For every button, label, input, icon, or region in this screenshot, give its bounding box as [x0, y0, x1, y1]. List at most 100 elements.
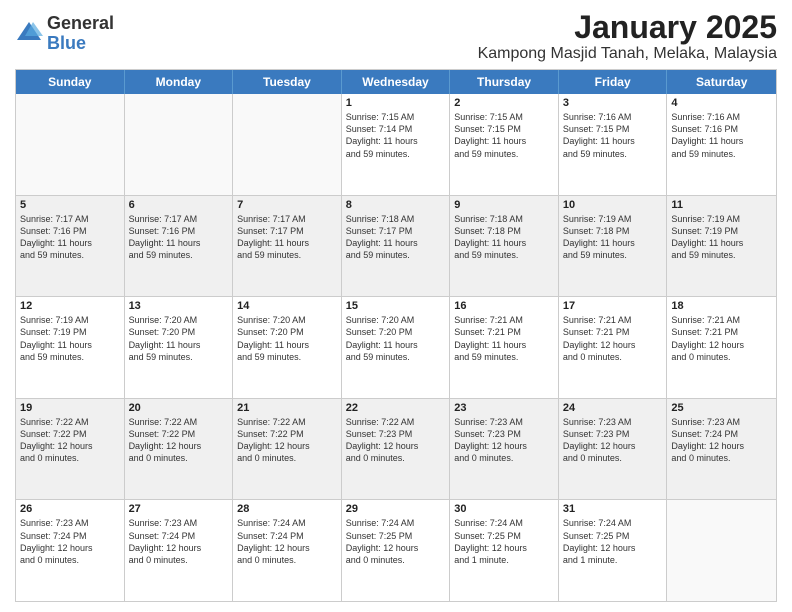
calendar-cell: 24 Sunrise: 7:23 AM Sunset: 7:23 PM Dayli…: [559, 399, 668, 500]
calendar-cell: 11Sunrise: 7:19 AM Sunset: 7:19 PM Dayli…: [667, 196, 776, 297]
calendar-cell: 27 Sunrise: 7:23 AM Sunset: 7:24 PM Dayli…: [125, 500, 234, 601]
day-info: Sunrise: 7:17 AM Sunset: 7:17 PM Dayligh…: [237, 213, 337, 262]
day-info: Sunrise: 7:24 AM Sunset: 7:25 PM Dayligh…: [454, 517, 554, 566]
day-info: Sunrise: 7:18 AM Sunset: 7:18 PM Dayligh…: [454, 213, 554, 262]
day-number: 3: [563, 97, 663, 109]
day-number: 8: [346, 199, 446, 211]
day-info: Sunrise: 7:24 AM Sunset: 7:25 PM Dayligh…: [346, 517, 446, 566]
calendar-cell: 21Sunrise: 7:22 AM Sunset: 7:22 PM Dayli…: [233, 399, 342, 500]
main-title: January 2025: [478, 10, 777, 45]
day-info: Sunrise: 7:23 AM Sunset: 7:24 PM Dayligh…: [671, 416, 772, 465]
calendar-cell: 15Sunrise: 7:20 AM Sunset: 7:20 PM Dayli…: [342, 297, 451, 398]
day-number: 29: [346, 503, 446, 515]
calendar-cell: 14 Sunrise: 7:20 AM Sunset: 7:20 PM Dayli…: [233, 297, 342, 398]
day-number: 11: [671, 199, 772, 211]
calendar-row: 19 Sunrise: 7:22 AM Sunset: 7:22 PM Dayli…: [16, 398, 776, 500]
day-number: 4: [671, 97, 772, 109]
logo-text: General Blue: [47, 14, 114, 54]
day-info: Sunrise: 7:19 AM Sunset: 7:19 PM Dayligh…: [20, 314, 120, 363]
day-info: Sunrise: 7:23 AM Sunset: 7:24 PM Dayligh…: [20, 517, 120, 566]
calendar-header-day: Monday: [125, 70, 234, 94]
day-info: Sunrise: 7:17 AM Sunset: 7:16 PM Dayligh…: [129, 213, 229, 262]
day-info: Sunrise: 7:21 AM Sunset: 7:21 PM Dayligh…: [671, 314, 772, 363]
calendar-cell-empty: [125, 94, 234, 195]
day-info: Sunrise: 7:23 AM Sunset: 7:24 PM Dayligh…: [129, 517, 229, 566]
day-info: Sunrise: 7:18 AM Sunset: 7:17 PM Dayligh…: [346, 213, 446, 262]
day-number: 24: [563, 402, 663, 414]
title-block: January 2025 Kampong Masjid Tanah, Melak…: [478, 10, 777, 63]
calendar-cell-empty: [667, 500, 776, 601]
day-info: Sunrise: 7:21 AM Sunset: 7:21 PM Dayligh…: [454, 314, 554, 363]
day-number: 16: [454, 300, 554, 312]
calendar-header-day: Tuesday: [233, 70, 342, 94]
logo-icon: [15, 18, 43, 46]
page: General Blue January 2025 Kampong Masjid…: [0, 0, 792, 612]
logo: General Blue: [15, 14, 114, 54]
calendar-row: 5 Sunrise: 7:17 AM Sunset: 7:16 PM Daylig…: [16, 195, 776, 297]
calendar-cell: 3 Sunrise: 7:16 AM Sunset: 7:15 PM Daylig…: [559, 94, 668, 195]
day-number: 6: [129, 199, 229, 211]
day-number: 5: [20, 199, 120, 211]
day-info: Sunrise: 7:15 AM Sunset: 7:14 PM Dayligh…: [346, 111, 446, 160]
calendar-cell: 23Sunrise: 7:23 AM Sunset: 7:23 PM Dayli…: [450, 399, 559, 500]
calendar-cell: 13Sunrise: 7:20 AM Sunset: 7:20 PM Dayli…: [125, 297, 234, 398]
day-number: 10: [563, 199, 663, 211]
day-info: Sunrise: 7:22 AM Sunset: 7:22 PM Dayligh…: [237, 416, 337, 465]
day-info: Sunrise: 7:17 AM Sunset: 7:16 PM Dayligh…: [20, 213, 120, 262]
calendar-cell: 6 Sunrise: 7:17 AM Sunset: 7:16 PM Daylig…: [125, 196, 234, 297]
day-info: Sunrise: 7:20 AM Sunset: 7:20 PM Dayligh…: [237, 314, 337, 363]
day-info: Sunrise: 7:15 AM Sunset: 7:15 PM Dayligh…: [454, 111, 554, 160]
day-info: Sunrise: 7:21 AM Sunset: 7:21 PM Dayligh…: [563, 314, 663, 363]
subtitle: Kampong Masjid Tanah, Melaka, Malaysia: [478, 45, 777, 63]
calendar-body: 1 Sunrise: 7:15 AM Sunset: 7:14 PM Daylig…: [16, 94, 776, 601]
calendar-cell: 30 Sunrise: 7:24 AM Sunset: 7:25 PM Dayli…: [450, 500, 559, 601]
day-number: 20: [129, 402, 229, 414]
calendar-cell: 12 Sunrise: 7:19 AM Sunset: 7:19 PM Dayli…: [16, 297, 125, 398]
calendar-row: 1 Sunrise: 7:15 AM Sunset: 7:14 PM Daylig…: [16, 94, 776, 195]
logo-general-text: General: [47, 14, 114, 34]
calendar-cell-empty: [233, 94, 342, 195]
day-number: 14: [237, 300, 337, 312]
calendar-cell: 26Sunrise: 7:23 AM Sunset: 7:24 PM Dayli…: [16, 500, 125, 601]
day-number: 2: [454, 97, 554, 109]
calendar-cell: 1 Sunrise: 7:15 AM Sunset: 7:14 PM Daylig…: [342, 94, 451, 195]
day-number: 9: [454, 199, 554, 211]
calendar-cell: 20Sunrise: 7:22 AM Sunset: 7:22 PM Dayli…: [125, 399, 234, 500]
day-info: Sunrise: 7:16 AM Sunset: 7:15 PM Dayligh…: [563, 111, 663, 160]
day-number: 19: [20, 402, 120, 414]
day-number: 1: [346, 97, 446, 109]
calendar: SundayMondayTuesdayWednesdayThursdayFrid…: [15, 69, 777, 602]
calendar-cell: 29 Sunrise: 7:24 AM Sunset: 7:25 PM Dayli…: [342, 500, 451, 601]
calendar-cell-empty: [16, 94, 125, 195]
calendar-cell: 5 Sunrise: 7:17 AM Sunset: 7:16 PM Daylig…: [16, 196, 125, 297]
calendar-cell: 2 Sunrise: 7:15 AM Sunset: 7:15 PM Daylig…: [450, 94, 559, 195]
calendar-cell: 16 Sunrise: 7:21 AM Sunset: 7:21 PM Dayli…: [450, 297, 559, 398]
calendar-cell: 18 Sunrise: 7:21 AM Sunset: 7:21 PM Dayli…: [667, 297, 776, 398]
calendar-row: 26Sunrise: 7:23 AM Sunset: 7:24 PM Dayli…: [16, 499, 776, 601]
day-number: 27: [129, 503, 229, 515]
day-number: 30: [454, 503, 554, 515]
day-info: Sunrise: 7:23 AM Sunset: 7:23 PM Dayligh…: [563, 416, 663, 465]
calendar-cell: 28Sunrise: 7:24 AM Sunset: 7:24 PM Dayli…: [233, 500, 342, 601]
calendar-cell: 22Sunrise: 7:22 AM Sunset: 7:23 PM Dayli…: [342, 399, 451, 500]
day-number: 28: [237, 503, 337, 515]
calendar-header-day: Friday: [559, 70, 668, 94]
logo-blue-text: Blue: [47, 34, 114, 54]
day-info: Sunrise: 7:23 AM Sunset: 7:23 PM Dayligh…: [454, 416, 554, 465]
calendar-cell: 4 Sunrise: 7:16 AM Sunset: 7:16 PM Daylig…: [667, 94, 776, 195]
day-number: 17: [563, 300, 663, 312]
calendar-cell: 19 Sunrise: 7:22 AM Sunset: 7:22 PM Dayli…: [16, 399, 125, 500]
calendar-row: 12 Sunrise: 7:19 AM Sunset: 7:19 PM Dayli…: [16, 296, 776, 398]
day-info: Sunrise: 7:16 AM Sunset: 7:16 PM Dayligh…: [671, 111, 772, 160]
day-number: 12: [20, 300, 120, 312]
day-info: Sunrise: 7:24 AM Sunset: 7:25 PM Dayligh…: [563, 517, 663, 566]
day-number: 18: [671, 300, 772, 312]
calendar-cell: 25Sunrise: 7:23 AM Sunset: 7:24 PM Dayli…: [667, 399, 776, 500]
day-number: 22: [346, 402, 446, 414]
calendar-cell: 9 Sunrise: 7:18 AM Sunset: 7:18 PM Daylig…: [450, 196, 559, 297]
day-number: 15: [346, 300, 446, 312]
day-number: 13: [129, 300, 229, 312]
day-info: Sunrise: 7:22 AM Sunset: 7:22 PM Dayligh…: [20, 416, 120, 465]
calendar-cell: 31Sunrise: 7:24 AM Sunset: 7:25 PM Dayli…: [559, 500, 668, 601]
calendar-header-row: SundayMondayTuesdayWednesdayThursdayFrid…: [16, 70, 776, 94]
